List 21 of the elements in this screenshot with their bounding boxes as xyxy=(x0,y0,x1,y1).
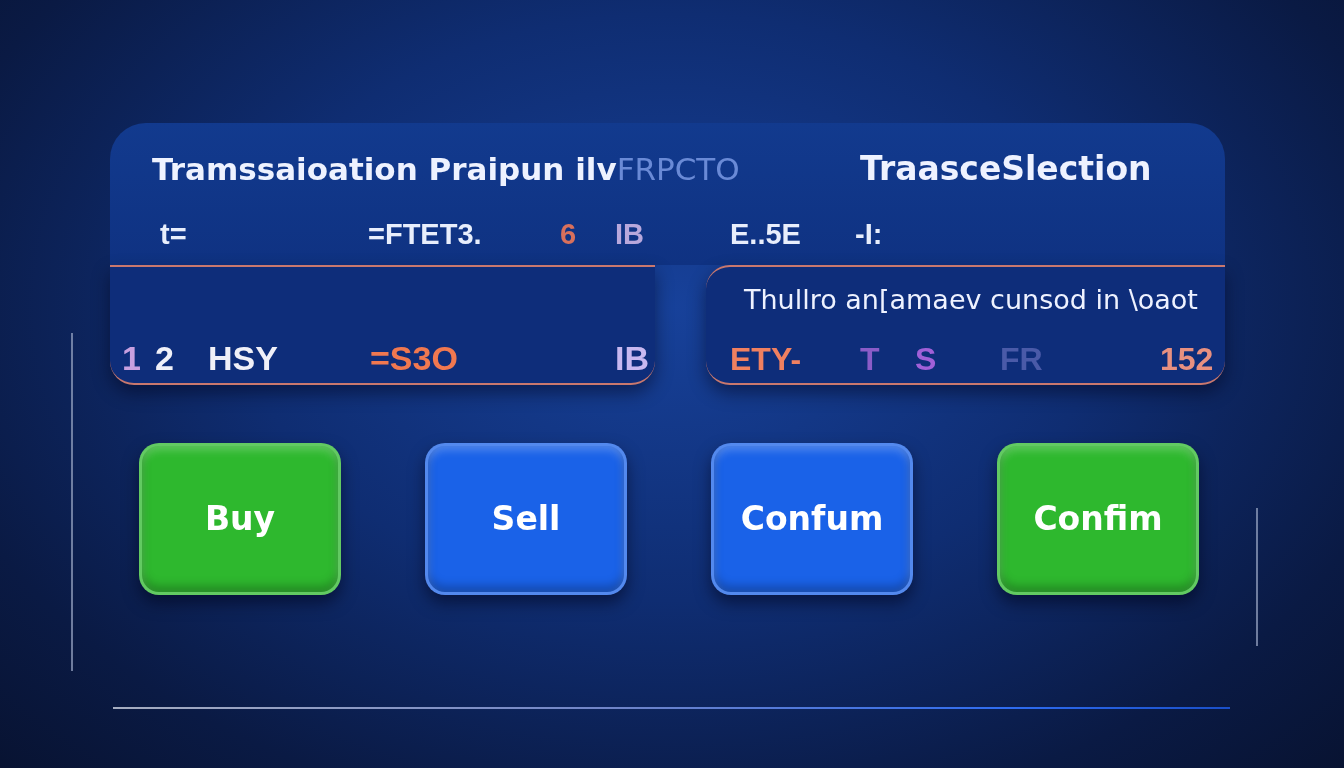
value-label: =S3O xyxy=(370,339,458,377)
value-label: IB xyxy=(615,339,649,377)
value-label: HSY xyxy=(208,339,278,377)
value-label: 2 xyxy=(155,339,174,377)
value-label: t= xyxy=(160,218,187,250)
value-label: IB xyxy=(615,218,644,250)
value-label: 6 xyxy=(560,218,577,250)
value-label: S xyxy=(915,341,937,377)
action-button[interactable]: Confum xyxy=(711,443,913,595)
value-label: FR xyxy=(1000,341,1043,377)
value-label: ETY- xyxy=(730,341,802,377)
value-label: =FTET3. xyxy=(368,218,482,250)
panel-title: Tramssaioation Praipun ilvFRPCTO xyxy=(152,150,740,189)
card-sentence: Thullro an[amaev cunsod in \oaot xyxy=(743,285,1198,315)
action-button[interactable]: Sell xyxy=(425,443,627,595)
value-label: T xyxy=(860,341,880,377)
value-label: 152 xyxy=(1160,341,1214,377)
side-title: TraasceSlection xyxy=(860,149,1152,189)
value-label: E..5E xyxy=(730,218,801,250)
value-label: -I: xyxy=(855,218,883,250)
value-label: 1 xyxy=(122,339,141,377)
